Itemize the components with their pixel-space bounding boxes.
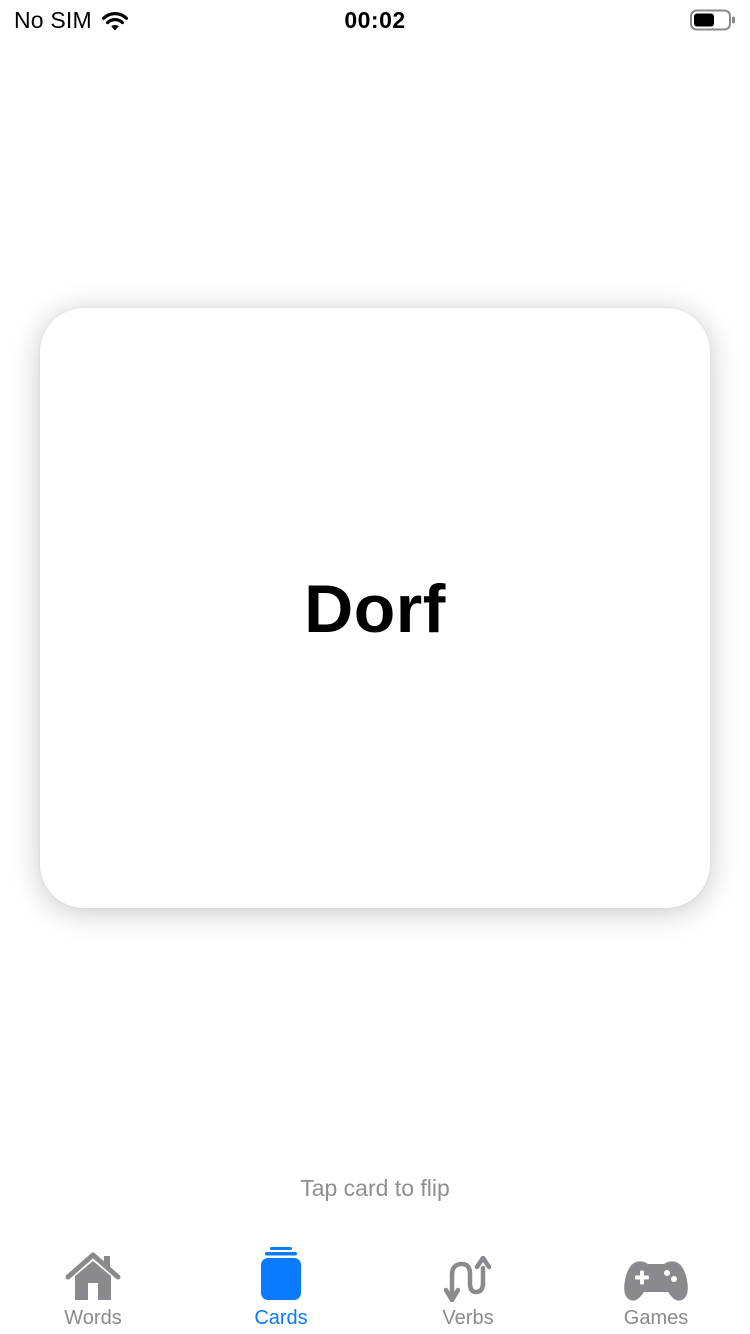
tab-words-label: Words xyxy=(64,1307,122,1329)
tab-games-label: Games xyxy=(623,1307,689,1329)
tab-cards-label: Cards xyxy=(254,1307,308,1329)
status-bar: No SIM 00:02 xyxy=(0,0,750,40)
tab-games[interactable]: Games xyxy=(586,1234,726,1334)
card-word: Dorf xyxy=(304,571,446,647)
tab-bar: Words Cards Verbs Games xyxy=(0,1234,750,1334)
clock: 00:02 xyxy=(344,7,406,33)
tab-words[interactable]: Words xyxy=(23,1234,163,1334)
flash-card[interactable]: Dorf xyxy=(40,308,710,908)
cards-stack-icon xyxy=(211,1244,351,1302)
house-icon xyxy=(23,1244,163,1302)
arrows-updown-icon xyxy=(398,1244,538,1302)
flip-hint: Tap card to flip xyxy=(300,1175,450,1201)
tab-verbs[interactable]: Verbs xyxy=(398,1234,538,1334)
tab-verbs-label: Verbs xyxy=(442,1307,494,1329)
battery-icon xyxy=(690,9,736,31)
gamecontroller-icon xyxy=(586,1244,726,1302)
tab-cards[interactable]: Cards xyxy=(211,1234,351,1334)
